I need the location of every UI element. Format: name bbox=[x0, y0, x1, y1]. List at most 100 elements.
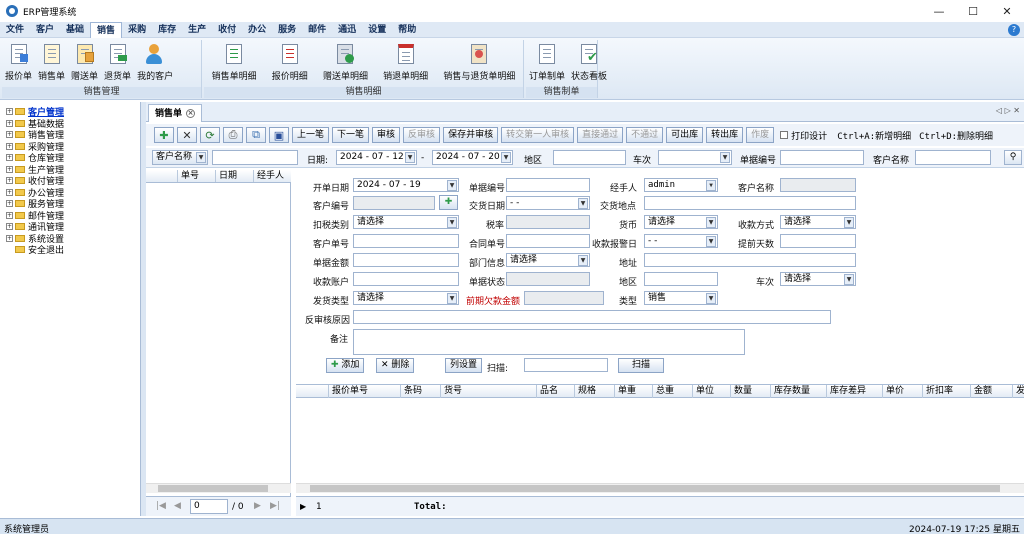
tree-item-system[interactable]: + 系统设置 bbox=[0, 233, 140, 245]
menu-sales[interactable]: 销售 bbox=[90, 21, 123, 38]
tree-item-exit[interactable]: 安全退出 bbox=[0, 244, 140, 256]
add-customer-icon[interactable]: ✚ bbox=[439, 195, 458, 210]
plus-expand-icon[interactable]: + bbox=[6, 142, 13, 150]
reason-input[interactable] bbox=[353, 310, 831, 324]
grid-header-spec[interactable]: 规格 bbox=[574, 385, 614, 398]
quote-detail-button[interactable]: 报价明细 bbox=[269, 40, 311, 82]
plus-expand-icon[interactable]: + bbox=[6, 211, 13, 219]
grid-hscrollbar[interactable] bbox=[296, 483, 1024, 493]
plus-expand-icon[interactable]: + bbox=[6, 131, 13, 139]
grid-header-discount[interactable]: 折扣率 bbox=[922, 385, 970, 398]
list-header-handler[interactable]: 经手人 bbox=[254, 170, 291, 182]
plus-expand-icon[interactable]: + bbox=[6, 177, 13, 185]
prev-page-icon[interactable]: ◀ bbox=[174, 501, 181, 511]
tree-item-sales[interactable]: + 销售管理 bbox=[0, 129, 140, 141]
next-record-button[interactable]: 下一笔 bbox=[332, 127, 370, 143]
account-input[interactable] bbox=[353, 272, 459, 286]
dept-select[interactable]: 请选择 ▼ bbox=[506, 253, 590, 267]
save-audit-button[interactable]: 保存并审核 bbox=[443, 127, 499, 143]
pay-method-select[interactable]: 请选择 ▼ bbox=[780, 215, 856, 229]
vehicle-select[interactable]: ▼ bbox=[658, 150, 732, 165]
reject-button[interactable]: 不通过 bbox=[626, 127, 664, 143]
menu-purchase[interactable]: 采购 bbox=[122, 22, 152, 38]
tree-item-payment[interactable]: + 收付管理 bbox=[0, 175, 140, 187]
return-order-button[interactable]: 退货单 bbox=[101, 40, 134, 82]
sales-detail-button[interactable]: 销售单明细 bbox=[209, 40, 260, 82]
close-tab-icon[interactable]: × bbox=[186, 109, 196, 118]
plus-expand-icon[interactable]: + bbox=[6, 188, 13, 196]
add-detail-button[interactable]: ✚ 添加 bbox=[326, 358, 365, 373]
refresh-icon[interactable]: ⟳ bbox=[200, 127, 220, 143]
currency-select[interactable]: 请选择 ▼ bbox=[644, 215, 718, 229]
plus-expand-icon[interactable]: + bbox=[6, 234, 13, 242]
audit-button[interactable]: 审核 bbox=[372, 127, 401, 143]
print-icon[interactable]: ⎙ bbox=[223, 127, 243, 143]
filter-keyword-input[interactable] bbox=[212, 150, 298, 165]
print-design-checkbox[interactable] bbox=[780, 131, 789, 139]
quote-button[interactable]: 报价单 bbox=[2, 40, 35, 82]
copy-icon[interactable]: ⧉ bbox=[246, 127, 266, 143]
grid-header-stock-qty[interactable]: 库存数量 bbox=[770, 385, 826, 398]
unaudit-button[interactable]: 反审核 bbox=[403, 127, 441, 143]
menu-customer[interactable]: 客户 bbox=[30, 22, 60, 38]
plus-expand-icon[interactable]: + bbox=[6, 200, 13, 208]
tax-type-select[interactable]: 请选择 ▼ bbox=[353, 215, 459, 229]
menu-file[interactable]: 文件 bbox=[0, 22, 30, 38]
filter-field-select[interactable]: 客户名称 ▼ bbox=[152, 150, 208, 165]
deliver-date-input[interactable]: - - ▼ bbox=[506, 196, 590, 210]
gift-detail-button[interactable]: 赠送单明细 bbox=[320, 40, 371, 82]
pay-alert-input[interactable]: - - ▼ bbox=[644, 234, 718, 248]
direct-pass-button[interactable]: 直接通过 bbox=[577, 127, 624, 143]
status-board-button[interactable]: ✔ 状态看板 bbox=[568, 40, 610, 82]
tax-rate-input[interactable] bbox=[506, 215, 590, 229]
add-icon[interactable]: ✚ bbox=[154, 127, 174, 143]
grid-header-unit[interactable]: 单位 bbox=[692, 385, 730, 398]
sales-return-detail-button[interactable]: 销售与退货单明细 bbox=[440, 40, 518, 82]
contract-input[interactable] bbox=[506, 234, 590, 248]
menu-inventory[interactable]: 库存 bbox=[152, 22, 182, 38]
grid-header-stock-diff[interactable]: 库存差异 bbox=[826, 385, 882, 398]
menu-payment[interactable]: 收付 bbox=[212, 22, 242, 38]
tree-item-production[interactable]: + 生产管理 bbox=[0, 164, 140, 176]
grid-header-qty[interactable]: 数量 bbox=[730, 385, 770, 398]
search-icon[interactable]: ⚲ bbox=[1004, 150, 1022, 165]
first-page-icon[interactable]: |◀ bbox=[156, 501, 166, 511]
plus-expand-icon[interactable]: + bbox=[6, 108, 13, 116]
tab-sales-order[interactable]: 销售单 × bbox=[148, 104, 203, 122]
deliver-place-input[interactable] bbox=[644, 196, 856, 210]
ship-type-select[interactable]: 请选择 ▼ bbox=[353, 291, 459, 305]
tree-item-purchase[interactable]: + 采购管理 bbox=[0, 141, 140, 153]
region-input[interactable] bbox=[644, 272, 718, 286]
menu-contacts[interactable]: 通迅 bbox=[332, 22, 362, 38]
menu-help[interactable]: 帮助 bbox=[392, 22, 422, 38]
plus-expand-icon[interactable]: + bbox=[6, 223, 13, 231]
maximize-button[interactable]: ☐ bbox=[956, 0, 990, 22]
return-detail-button[interactable]: 销退单明细 bbox=[380, 40, 431, 82]
delete-detail-button[interactable]: ✕ 删除 bbox=[376, 358, 415, 373]
tree-item-service[interactable]: + 服务管理 bbox=[0, 198, 140, 210]
tree-item-customer[interactable]: + 客户管理 bbox=[0, 106, 140, 118]
plus-expand-icon[interactable]: + bbox=[6, 119, 13, 127]
sales-order-button[interactable]: 销售单 bbox=[35, 40, 68, 82]
tree-item-office[interactable]: + 办公管理 bbox=[0, 187, 140, 199]
date-from-input[interactable]: 2024 - 07 - 12 ▼ bbox=[336, 150, 417, 165]
menu-production[interactable]: 生产 bbox=[182, 22, 212, 38]
column-settings-button[interactable]: 列设置 bbox=[445, 358, 483, 373]
address-input[interactable] bbox=[644, 253, 856, 267]
tree-item-mail[interactable]: + 邮件管理 bbox=[0, 210, 140, 222]
plus-expand-icon[interactable]: + bbox=[6, 154, 13, 162]
order-billing-button[interactable]: 订单制单 bbox=[526, 40, 568, 82]
open-date-input[interactable]: 2024 - 07 - 19 ▼ bbox=[353, 178, 459, 192]
grid-header-name[interactable]: 品名 bbox=[536, 385, 574, 398]
advance-days-input[interactable] bbox=[780, 234, 856, 248]
menu-mail[interactable]: 邮件 bbox=[302, 22, 332, 38]
handler-select[interactable]: admin ▼ bbox=[644, 178, 718, 192]
grid-header-barcode[interactable]: 条码 bbox=[400, 385, 440, 398]
menu-basic[interactable]: 基础 bbox=[60, 22, 90, 38]
delete-icon[interactable]: ✕ bbox=[177, 127, 197, 143]
cust-order-input[interactable] bbox=[353, 234, 459, 248]
scan-input[interactable] bbox=[524, 358, 608, 372]
cust-name-input[interactable] bbox=[780, 178, 856, 192]
tree-item-basic[interactable]: + 基础数据 bbox=[0, 118, 140, 130]
doc-no-input[interactable] bbox=[780, 150, 864, 165]
